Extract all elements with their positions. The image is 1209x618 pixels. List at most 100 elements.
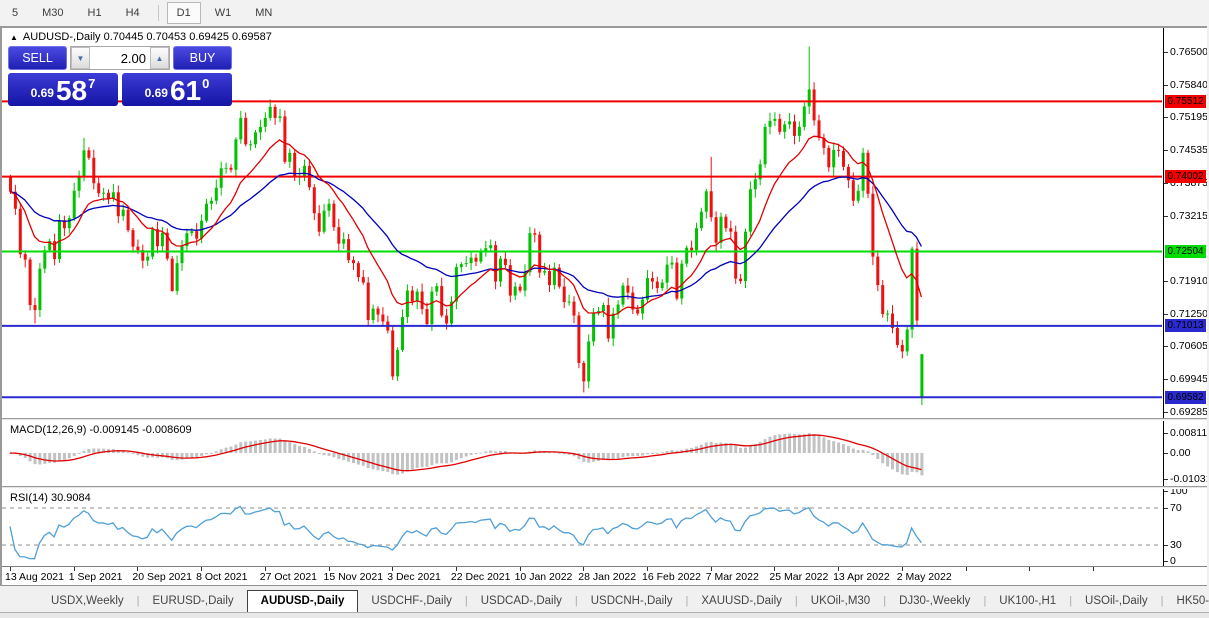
price-tick-label: 0.75840: [1170, 79, 1207, 91]
chart-tab-dj30-weekly[interactable]: DJ30-,Weekly: [886, 591, 983, 612]
time-tick: [1093, 567, 1094, 571]
timeframe-button-mn[interactable]: MN: [245, 2, 282, 24]
time-tick: [1029, 567, 1030, 571]
macd-tick-label: 0.00811: [1170, 427, 1207, 439]
volume-decrease-icon[interactable]: ▼: [71, 47, 90, 69]
toolbar-separator: [158, 5, 159, 21]
rsi-pane[interactable]: RSI(14) 30.9084: [2, 489, 1163, 566]
main-chart-pane[interactable]: ▲ AUDUSD-,Daily 0.70445 0.70453 0.69425 …: [2, 28, 1163, 418]
macd-label: MACD(12,26,9) -0.009145 -0.008609: [10, 424, 192, 436]
collapse-chart-icon[interactable]: ▲: [10, 33, 18, 42]
sell-price-small: 0.69: [31, 86, 54, 100]
chart-header: ▲ AUDUSD-,Daily 0.70445 0.70453 0.69425 …: [10, 31, 272, 43]
timeframe-toolbar: 5M30H1H4 D1W1MN: [0, 0, 1209, 26]
timeframe-button-h1[interactable]: H1: [78, 2, 112, 24]
price-tick-label: 0.71910: [1170, 275, 1207, 287]
macd-tick: [1164, 453, 1168, 454]
sell-button[interactable]: SELL: [8, 46, 67, 70]
time-tick: [966, 567, 967, 571]
rsi-tick: [1164, 561, 1168, 562]
price-tick: [1164, 150, 1168, 151]
macd-axis: 0.00811 0.00 -0.01031: [1163, 421, 1207, 486]
volume-spinner: ▼ ▲: [70, 46, 170, 70]
price-tick-label: 0.76500: [1170, 46, 1207, 58]
rsi-tick: [1164, 508, 1168, 509]
timeframe-button-d1[interactable]: D1: [167, 2, 201, 24]
chart-tab-usdx-weekly[interactable]: USDX,Weekly: [38, 591, 137, 612]
price-tick-label: 0.74535: [1170, 144, 1207, 156]
buy-price-small: 0.69: [145, 86, 168, 100]
price-tick: [1164, 85, 1168, 86]
buy-price-big: 61: [170, 78, 201, 104]
time-tick-label: 15 Nov 2021: [324, 571, 384, 583]
macd-tick: [1164, 433, 1168, 434]
chart-tab-ukoil-m30[interactable]: UKOil-,M30: [798, 591, 883, 612]
chart-tab-uk100-h1[interactable]: UK100-,H1: [986, 591, 1069, 612]
price-level-badge: 0.75512: [1165, 95, 1206, 108]
sell-price-sup: 7: [88, 76, 95, 91]
chart-tab-usdcnh-daily[interactable]: USDCNH-,Daily: [578, 591, 686, 612]
price-axis[interactable]: 0.765000.758400.751950.745350.738750.732…: [1163, 28, 1207, 418]
price-tick: [1164, 281, 1168, 282]
chart-tab-xauusd-daily[interactable]: XAUUSD-,Daily: [688, 591, 795, 612]
time-tick-label: 8 Oct 2021: [196, 571, 247, 583]
rsi-tick-label: 0: [1170, 555, 1176, 566]
time-tick-label: 25 Mar 2022: [769, 571, 828, 583]
timeframe-button-m30[interactable]: M30: [32, 2, 73, 24]
timeframe-button-h4[interactable]: H4: [116, 2, 150, 24]
one-click-trading-panel: SELL ▼ ▲ BUY 0.69 58 7 0.69: [8, 46, 232, 106]
rsi-axis: 10070300: [1163, 489, 1207, 566]
time-tick-label: 7 Mar 2022: [706, 571, 759, 583]
price-tick-label: 0.69285: [1170, 406, 1207, 418]
time-tick-label: 13 Aug 2021: [5, 571, 64, 583]
chart-tab-usoil-daily[interactable]: USOil-,Daily: [1072, 591, 1161, 612]
rsi-tick: [1164, 545, 1168, 546]
price-level-badge: 0.71013: [1165, 319, 1206, 332]
time-tick-label: 20 Sep 2021: [132, 571, 192, 583]
price-tick-label: 0.75195: [1170, 111, 1207, 123]
chart-tab-audusd-daily[interactable]: AUDUSD-,Daily: [247, 590, 359, 612]
price-level-badge: 0.72504: [1165, 245, 1206, 258]
chart-tab-eurusd-daily[interactable]: EURUSD-,Daily: [140, 591, 247, 612]
price-tick: [1164, 379, 1168, 380]
price-tick: [1164, 412, 1168, 413]
time-tick-label: 13 Apr 2022: [833, 571, 890, 583]
sell-price-big: 58: [56, 78, 87, 104]
rsi-tick: [1164, 491, 1168, 492]
sell-price-button[interactable]: 0.69 58 7: [8, 73, 118, 106]
chart-tab-usdchf-daily[interactable]: USDCHF-,Daily: [358, 591, 465, 612]
rsi-tick-label: 100: [1170, 489, 1188, 497]
symbol-ohlc-text: AUDUSD-,Daily 0.70445 0.70453 0.69425 0.…: [23, 31, 272, 43]
time-tick-label: 2 May 2022: [897, 571, 952, 583]
price-level-badge: 0.74002: [1165, 170, 1206, 183]
volume-input[interactable]: [90, 47, 150, 69]
price-tick-label: 0.70605: [1170, 340, 1207, 352]
time-tick-label: 10 Jan 2022: [515, 571, 573, 583]
chart-tabbar: USDX,Weekly|EURUSD-,DailyAUDUSD-,DailyUS…: [0, 586, 1209, 612]
price-tick-label: 0.71250: [1170, 308, 1207, 320]
time-tick-label: 3 Dec 2021: [387, 571, 441, 583]
macd-tick-label: 0.00: [1170, 447, 1190, 459]
price-tick-label: 0.69945: [1170, 373, 1207, 385]
price-tick: [1164, 216, 1168, 217]
macd-tick-label: -0.01031: [1170, 473, 1207, 485]
timeframe-button-5[interactable]: 5: [2, 2, 28, 24]
buy-price-button[interactable]: 0.69 61 0: [122, 73, 232, 106]
time-tick-label: 27 Oct 2021: [260, 571, 317, 583]
rsi-tick-label: 70: [1170, 502, 1182, 514]
price-tick: [1164, 346, 1168, 347]
time-axis[interactable]: 13 Aug 2021 1 Sep 2021 20 Sep 2021 8 Oct 20…: [2, 566, 1207, 586]
volume-increase-icon[interactable]: ▲: [150, 47, 169, 69]
chart-tab-hk50-h[interactable]: HK50-,H: [1164, 591, 1209, 612]
time-tick-label: 1 Sep 2021: [69, 571, 123, 583]
macd-pane[interactable]: MACD(12,26,9) -0.009145 -0.008609: [2, 421, 1163, 486]
price-tick-label: 0.73215: [1170, 210, 1207, 222]
price-tick: [1164, 52, 1168, 53]
chart-tab-usdcad-daily[interactable]: USDCAD-,Daily: [468, 591, 575, 612]
time-tick-label: 22 Dec 2021: [451, 571, 511, 583]
rsi-chart: [2, 489, 1163, 566]
price-tick: [1164, 117, 1168, 118]
timeframe-button-w1[interactable]: W1: [205, 2, 242, 24]
buy-button[interactable]: BUY: [173, 46, 232, 70]
price-level-badge: 0.69582: [1165, 391, 1206, 404]
